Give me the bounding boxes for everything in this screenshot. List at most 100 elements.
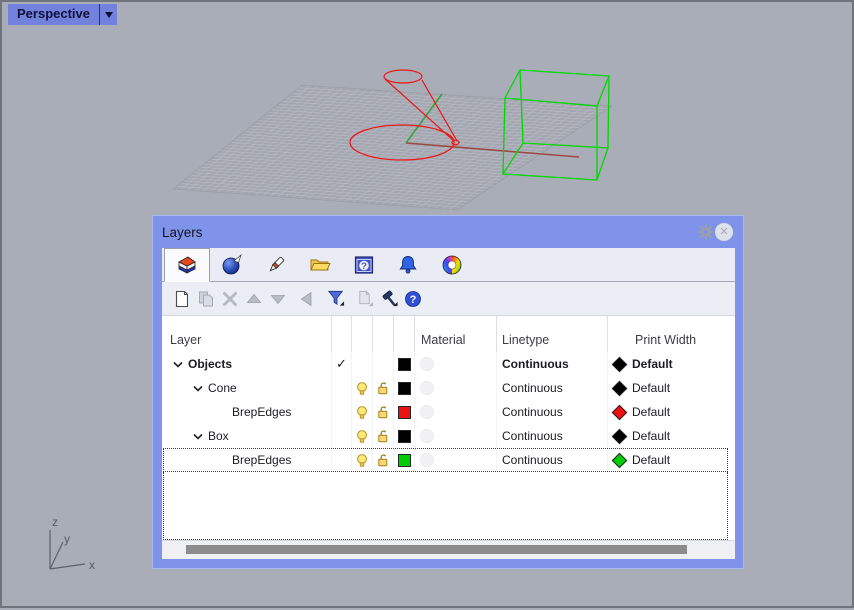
gear-icon[interactable] [697, 223, 715, 241]
bulb-on-icon [355, 381, 369, 396]
layer-name[interactable]: BrepEdges [232, 453, 291, 467]
column-visible[interactable] [352, 316, 373, 352]
layer-name[interactable]: Objects [188, 357, 232, 371]
viewport-tab-label[interactable]: Perspective [8, 4, 99, 25]
lock-toggle[interactable] [373, 448, 394, 472]
column-print-width[interactable]: Print Width [608, 316, 735, 352]
table-row[interactable]: BrepEdges Continuous [162, 400, 735, 424]
material-swatch[interactable] [420, 381, 434, 395]
layer-name[interactable]: BrepEdges [232, 405, 291, 419]
lock-toggle[interactable] [373, 400, 394, 424]
visibility-toggle[interactable] [352, 376, 373, 400]
material-swatch[interactable] [420, 453, 434, 467]
layers-panel-titlebar[interactable]: Layers ✕ [153, 216, 743, 248]
horizontal-scrollbar[interactable] [162, 540, 735, 559]
linetype-value[interactable]: Continuous [502, 429, 563, 443]
tab-render[interactable] [210, 248, 254, 281]
unlocked-padlock-icon [376, 381, 391, 396]
column-linetype[interactable]: Linetype [497, 316, 608, 352]
lock-toggle[interactable] [373, 376, 394, 400]
visibility-toggle[interactable] [352, 424, 373, 448]
bell-icon [397, 254, 419, 276]
print-width-value[interactable]: Default [632, 381, 670, 395]
column-color[interactable] [394, 316, 415, 352]
column-locked[interactable] [373, 316, 394, 352]
linetype-value[interactable]: Continuous [502, 405, 563, 419]
expand-chevron-icon[interactable] [193, 385, 203, 392]
new-layer-button[interactable] [173, 290, 191, 308]
print-width-value[interactable]: Default [632, 357, 673, 371]
material-swatch[interactable] [420, 429, 434, 443]
layer-color-swatch[interactable] [398, 406, 411, 419]
tab-help[interactable]: ? [342, 248, 386, 281]
panel-title: Layers [162, 225, 688, 240]
layer-name[interactable]: Box [208, 429, 229, 443]
visibility-toggle[interactable] [352, 400, 373, 424]
column-material[interactable]: Material [415, 316, 497, 352]
print-width-value[interactable]: Default [632, 453, 670, 467]
layer-page-button[interactable] [356, 290, 374, 308]
y-axis-line [406, 94, 442, 143]
help-panel-icon: ? [353, 254, 375, 276]
tab-files[interactable] [298, 248, 342, 281]
color-wheel-icon [441, 254, 463, 276]
copy-layer-button[interactable] [197, 290, 215, 308]
lock-toggle[interactable] [373, 424, 394, 448]
tab-colors[interactable] [430, 248, 474, 281]
move-down-button[interactable] [269, 290, 287, 308]
column-layer[interactable]: Layer [162, 316, 332, 352]
tools-button[interactable] [380, 290, 398, 308]
new-layer-icon [173, 290, 191, 308]
layers-panel[interactable]: Layers ✕ [152, 215, 744, 569]
viewport-tab-menu-button[interactable] [99, 4, 117, 25]
parent-layer-button[interactable] [298, 290, 316, 308]
viewport-tab[interactable]: Perspective [8, 4, 117, 25]
layer-name[interactable]: Cone [208, 381, 237, 395]
bulb-on-icon [355, 405, 369, 420]
y-axis-label: y [64, 532, 70, 546]
material-swatch[interactable] [420, 405, 434, 419]
linetype-value[interactable]: Continuous [502, 381, 563, 395]
linetype-value[interactable]: Continuous [502, 357, 569, 371]
table-row-selected[interactable]: BrepEdges Continuous [162, 448, 735, 472]
delete-layer-button[interactable] [221, 290, 239, 308]
column-current[interactable] [332, 316, 352, 352]
move-up-button[interactable] [245, 290, 263, 308]
list-empty-area[interactable] [163, 472, 728, 540]
sphere-render-icon [221, 254, 243, 276]
print-width-value[interactable]: Default [632, 405, 670, 419]
table-row[interactable]: Objects ✓ Continuous Default [162, 352, 735, 376]
layer-color-swatch[interactable] [398, 454, 411, 467]
tab-layers[interactable] [164, 248, 210, 282]
close-icon[interactable]: ✕ [715, 223, 733, 241]
help-button[interactable]: ? [404, 290, 422, 308]
expand-chevron-icon[interactable] [173, 361, 183, 368]
tools-icon [380, 289, 398, 308]
unlocked-padlock-icon [376, 429, 391, 444]
tab-pen[interactable] [254, 248, 298, 281]
bulb-on-icon [355, 453, 369, 468]
layers-wedge-icon [176, 254, 198, 276]
material-swatch[interactable] [420, 357, 434, 371]
linetype-value[interactable]: Continuous [502, 453, 563, 467]
layer-color-swatch[interactable] [398, 430, 411, 443]
box-wireframe[interactable] [503, 70, 609, 180]
layer-color-swatch[interactable] [398, 358, 411, 371]
table-row[interactable]: Box Continuous [162, 424, 735, 448]
move-up-icon [245, 290, 263, 308]
table-row[interactable]: Cone Continuous [162, 376, 735, 400]
cone-wireframe[interactable] [350, 70, 459, 160]
axis-gnomon [50, 530, 85, 569]
print-width-value[interactable]: Default [632, 429, 670, 443]
filter-button[interactable] [327, 290, 345, 308]
svg-text:?: ? [410, 294, 417, 306]
visibility-toggle[interactable] [352, 448, 373, 472]
layer-color-swatch[interactable] [398, 382, 411, 395]
folder-icon [309, 254, 331, 276]
x-axis-label: x [89, 558, 95, 572]
x-axis-line [406, 143, 579, 157]
expand-chevron-icon[interactable] [193, 433, 203, 440]
unlocked-padlock-icon [376, 405, 391, 420]
tab-notifications[interactable] [386, 248, 430, 281]
scrollbar-thumb[interactable] [186, 545, 687, 554]
